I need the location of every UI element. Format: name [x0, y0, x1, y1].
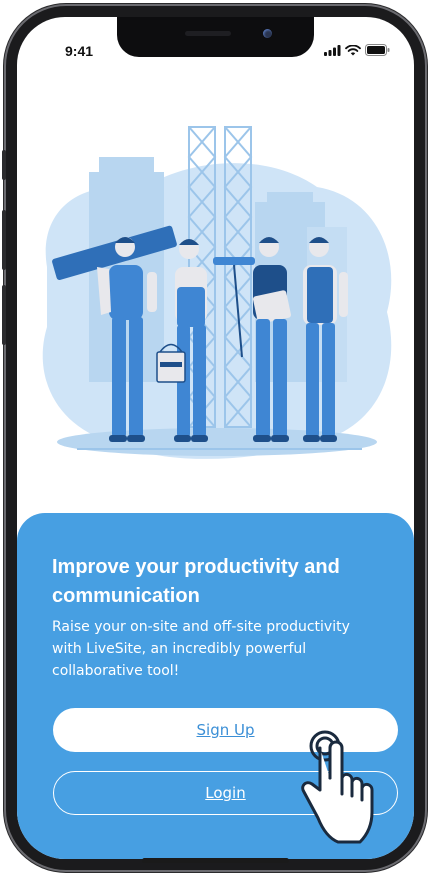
status-icons — [324, 44, 390, 56]
home-indicator — [142, 858, 289, 863]
battery-icon — [365, 44, 390, 56]
front-camera — [263, 29, 272, 38]
phone-side-button — [2, 150, 6, 180]
tap-hand-icon — [301, 730, 374, 844]
status-time: 9:41 — [65, 43, 94, 59]
phone-side-button — [2, 285, 6, 345]
speaker-grille — [185, 31, 231, 36]
signal-icon — [324, 45, 341, 56]
onboarding-headline: Improve your productivity and communicat… — [52, 556, 340, 607]
onboarding-description: Raise your on-site and off-site producti… — [52, 619, 350, 679]
phone-side-button — [2, 210, 6, 270]
wifi-icon — [345, 45, 361, 56]
notch — [117, 17, 314, 57]
workers-illustration — [42, 126, 392, 459]
